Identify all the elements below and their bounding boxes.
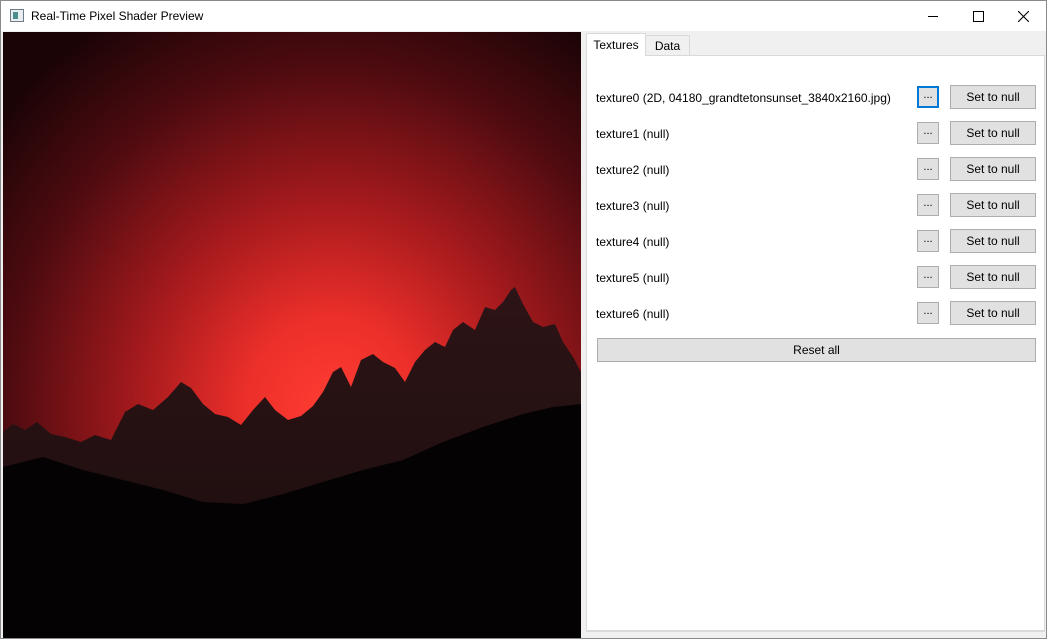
panel-bottom-edge [586,631,1045,638]
maximize-button[interactable] [955,1,1001,31]
settings-panel: Textures Data texture0 (2D, 04180_grandt… [586,33,1046,638]
app-window-icon [10,9,24,22]
maximize-icon [972,10,984,22]
texture5-label: texture5 (null) [596,271,670,285]
texture3-set-null-button[interactable]: Set to null [950,193,1036,217]
reset-all-button[interactable]: Reset all [597,338,1036,362]
close-button[interactable] [1000,1,1046,31]
texture2-set-null-button[interactable]: Set to null [950,157,1036,181]
texture1-browse-button[interactable]: ... [917,122,939,144]
close-icon [1017,10,1029,22]
texture2-browse-button[interactable]: ... [917,158,939,180]
window-title: Real-Time Pixel Shader Preview [31,9,204,23]
texture4-label: texture4 (null) [596,235,670,249]
texture4-set-null-button[interactable]: Set to null [950,229,1036,253]
texture6-set-null-button[interactable]: Set to null [950,301,1036,325]
texture3-browse-button[interactable]: ... [917,194,939,216]
minimize-button[interactable] [910,1,956,31]
texture1-set-null-button[interactable]: Set to null [950,121,1036,145]
texture6-label: texture6 (null) [596,307,670,321]
texture0-set-null-button[interactable]: Set to null [950,85,1036,109]
texture4-browse-button[interactable]: ... [917,230,939,252]
texture6-browse-button[interactable]: ... [917,302,939,324]
texture0-label: texture0 (2D, 04180_grandtetonsunset_384… [596,91,891,105]
texture5-browse-button[interactable]: ... [917,266,939,288]
texture2-label: texture2 (null) [596,163,670,177]
tab-data[interactable]: Data [645,35,690,55]
title-bar[interactable]: Real-Time Pixel Shader Preview [1,1,1046,31]
app-window: Real-Time Pixel Shader Preview Textures … [0,0,1047,639]
texture3-label: texture3 (null) [596,199,670,213]
texture1-label: texture1 (null) [596,127,670,141]
minimize-icon [928,16,938,17]
texture0-browse-button[interactable]: ... [917,86,939,108]
texture5-set-null-button[interactable]: Set to null [950,265,1036,289]
textures-tab-page: texture0 (2D, 04180_grandtetonsunset_384… [586,55,1045,631]
sunset-mountains-image [3,32,581,638]
shader-preview[interactable] [3,32,581,638]
tab-textures[interactable]: Textures [586,33,646,56]
